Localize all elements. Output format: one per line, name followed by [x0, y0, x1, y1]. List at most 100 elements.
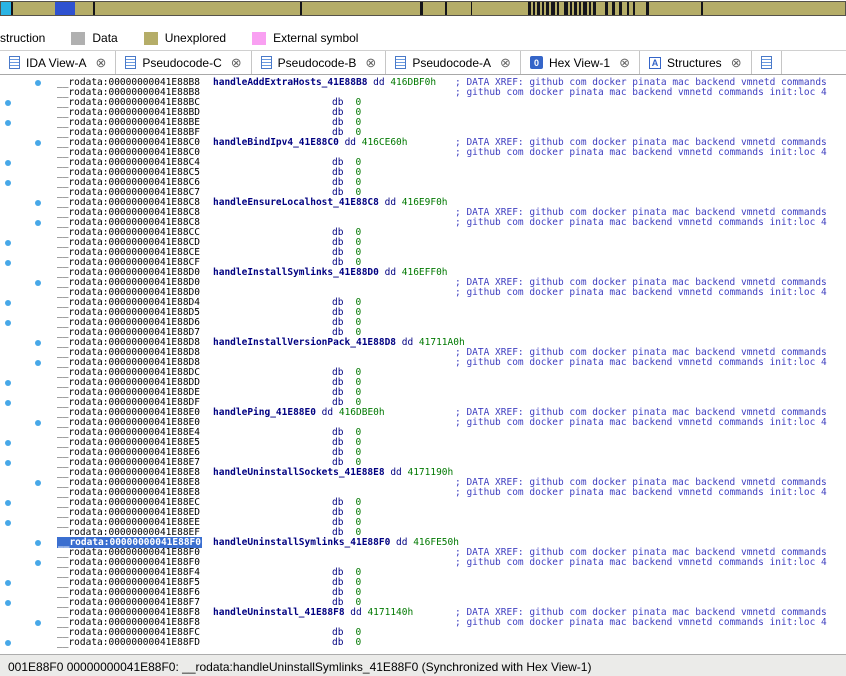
tab-close-icon[interactable]: ⊗	[231, 56, 242, 69]
offset-value[interactable]: 416EFF0h	[402, 267, 448, 278]
navband-mark	[546, 2, 549, 15]
navigation-band[interactable]	[0, 1, 846, 16]
offset-value[interactable]: 416E9F0h	[402, 197, 448, 208]
tab-hex-view-1[interactable]: 0 Hex View-1 ⊗	[521, 51, 640, 74]
tab-pseudocode-c[interactable]: Pseudocode-C ⊗	[116, 51, 252, 74]
tab-structures[interactable]: A Structures ⊗	[640, 51, 752, 74]
disassembly-view-icon	[9, 56, 20, 69]
navband-mark	[701, 2, 703, 15]
offset-value[interactable]: 416DBF0h	[390, 77, 436, 88]
tab-label: Structures	[667, 55, 722, 70]
gutter-dot	[5, 580, 11, 586]
gutter-dot	[5, 380, 11, 386]
symbol-name[interactable]: handleBindIpv4_41E88C0	[213, 137, 339, 148]
tab-pseudocode-a[interactable]: Pseudocode-A ⊗	[386, 51, 521, 74]
navband-mark	[55, 2, 75, 15]
navband-mark	[551, 2, 555, 15]
navband-mark	[589, 2, 591, 15]
gutter-dot	[5, 600, 11, 606]
next-view-icon	[760, 56, 772, 69]
legend-swatch	[143, 31, 158, 45]
data-keyword: db	[332, 637, 344, 648]
pseudocode-b-icon	[260, 56, 272, 69]
structures-icon: A	[649, 56, 661, 69]
symbol-name[interactable]: handleUninstallSymlinks_41E88F0	[213, 537, 390, 548]
gutter-dot	[5, 260, 11, 266]
symbol-name[interactable]: handleInstallSymlinks_41E88D0	[213, 267, 379, 278]
offset-value[interactable]: 416DBE0h	[339, 407, 385, 418]
navband-mark	[93, 2, 95, 15]
navband-mark	[583, 2, 587, 15]
gutter-dot	[5, 460, 11, 466]
tab-close-icon[interactable]: ⊗	[619, 56, 630, 69]
navband-mark	[619, 2, 622, 15]
offset-value[interactable]: 4171140h	[367, 607, 413, 618]
gutter-dot	[5, 500, 11, 506]
offset-value[interactable]: 4171190h	[407, 467, 453, 478]
navband-mark	[1, 2, 11, 15]
gutter-dot	[35, 280, 41, 286]
navband-mark	[557, 2, 559, 15]
tab-close-icon[interactable]: ⊗	[95, 56, 106, 69]
gutter-dot	[35, 420, 41, 426]
symbol-name[interactable]: handleUninstall_41E88F8	[213, 607, 345, 618]
legend-swatch	[252, 31, 267, 45]
xref-comment[interactable]: ; github com docker pinata mac backend v…	[455, 488, 827, 498]
tab-next-view[interactable]	[752, 51, 782, 74]
offset-value[interactable]: 416FE50h	[413, 537, 459, 548]
symbol-name[interactable]: handleUninstallSockets_41E88E8	[213, 467, 385, 478]
symbol-name[interactable]: handlePing_41E88E0	[213, 407, 316, 418]
tab-ida-view-a[interactable]: IDA View-A ⊗	[0, 51, 117, 74]
gutter-dot	[5, 240, 11, 246]
xref-comment[interactable]: ; github com docker pinata mac backend v…	[455, 218, 827, 228]
navband-mark	[627, 2, 629, 15]
tab-close-icon[interactable]: ⊗	[500, 56, 511, 69]
xref-comment[interactable]: ; github com docker pinata mac backend v…	[455, 558, 827, 568]
symbol-name[interactable]: handleInstallVersionPack_41E88D8	[213, 337, 396, 348]
hex-view-icon: 0	[529, 56, 543, 69]
gutter-dot	[35, 540, 41, 546]
navband-mark	[633, 2, 635, 15]
status-bar: 001E88F0 00000000041E88F0: __rodata:hand…	[0, 654, 846, 676]
navband-mark	[420, 2, 423, 15]
navband-mark	[542, 2, 544, 15]
data-keyword: dd	[338, 137, 362, 148]
tab-label: IDA View-A	[26, 55, 87, 70]
tab-close-icon[interactable]: ⊗	[365, 56, 376, 69]
data-keyword: dd	[378, 267, 402, 278]
asm-line[interactable]: __rodata:00000000041E88FD db 0	[52, 638, 846, 648]
gutter-dot	[5, 100, 11, 106]
xref-comment[interactable]: ; github com docker pinata mac backend v…	[455, 288, 827, 298]
tab-close-icon[interactable]: ⊗	[731, 56, 742, 69]
legend-item: Unexplored	[143, 31, 226, 45]
xref-comment[interactable]: ; github com docker pinata mac backend v…	[455, 418, 827, 428]
xref-comment[interactable]: ; github com docker pinata mac backend v…	[455, 358, 827, 368]
xref-comment[interactable]: ; github com docker pinata mac backend v…	[455, 618, 827, 628]
legend-label: Data	[92, 31, 118, 45]
tab-label: Pseudocode-C	[142, 55, 222, 70]
gutter-dot	[5, 440, 11, 446]
gutter-dot	[35, 360, 41, 366]
symbol-name[interactable]: handleAddExtraHosts_41E88B8	[213, 77, 367, 88]
data-keyword: dd	[367, 77, 391, 88]
gutter-dot	[5, 120, 11, 126]
gutter-dot	[35, 80, 41, 86]
disassembly-listing[interactable]: __rodata:00000000041E88B8 handleAddExtraH…	[52, 75, 846, 654]
data-keyword: dd	[384, 467, 408, 478]
data-keyword: dd	[390, 537, 414, 548]
navband-mark	[11, 2, 13, 15]
offset-value[interactable]: 416CE60h	[362, 137, 408, 148]
navband-mark	[445, 2, 447, 15]
legend-item: External symbol	[252, 31, 358, 45]
xref-comment[interactable]: ; github com docker pinata mac backend v…	[455, 88, 827, 98]
tab-pseudocode-b[interactable]: Pseudocode-B ⊗	[252, 51, 387, 74]
gutter-dot	[35, 620, 41, 626]
disassembly-view: __rodata:00000000041E88B8 handleAddExtraH…	[0, 75, 846, 654]
gutter-dot	[35, 560, 41, 566]
xref-comment[interactable]: ; github com docker pinata mac backend v…	[455, 148, 827, 158]
navband-mark	[605, 2, 608, 15]
symbol-name[interactable]: handleEnsureLocalhost_41E88C8	[213, 197, 379, 208]
gutter-dot	[5, 320, 11, 326]
pseudocode-c-icon	[125, 56, 137, 69]
gutter-dot	[5, 520, 11, 526]
